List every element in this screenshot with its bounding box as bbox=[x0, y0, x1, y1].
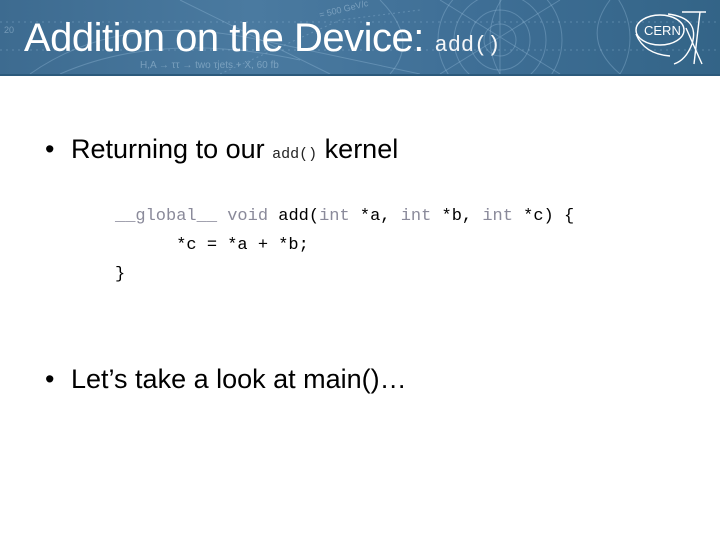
bullet-text: Let’s take a look at main()… bbox=[71, 364, 407, 394]
code-line-1: __global__ void add(int *a, int *b, int … bbox=[115, 202, 574, 231]
code-line-2: *c = *a + *b; bbox=[115, 236, 309, 255]
code-param-a: *a, bbox=[359, 207, 391, 226]
bullet-dot: • bbox=[45, 364, 55, 394]
code-param-b: *b, bbox=[441, 207, 473, 226]
code-keyword-void: void bbox=[227, 207, 269, 226]
bullet-text-post: kernel bbox=[324, 134, 399, 164]
bullet-returning-to-kernel: • Returning to our add() kernel bbox=[45, 134, 398, 165]
slide-header: 20 = 500 GeV/c H,A → ττ → two τjets + X,… bbox=[0, 0, 720, 76]
code-type-int: int bbox=[482, 207, 513, 226]
bullet-text-pre: Returning to our bbox=[71, 134, 265, 164]
code-type-int: int bbox=[400, 207, 432, 226]
header-label-20: 20 bbox=[4, 25, 14, 35]
bullet-dot: • bbox=[45, 134, 55, 164]
slide-title-code: add() bbox=[434, 33, 501, 58]
code-block: __global__ void add(int *a, int *b, int … bbox=[115, 202, 574, 289]
cern-logo-text: CERN bbox=[644, 23, 681, 38]
code-type-int: int bbox=[319, 207, 350, 226]
slide-title: Addition on the Device: add() bbox=[24, 14, 501, 70]
bullet-look-at-main: • Let’s take a look at main()… bbox=[45, 364, 407, 395]
bullet-inline-code: add() bbox=[272, 146, 318, 163]
code-line-3: } bbox=[115, 265, 126, 284]
slide: 20 = 500 GeV/c H,A → ττ → two τjets + X,… bbox=[0, 0, 720, 540]
slide-title-text: Addition on the Device: bbox=[24, 16, 424, 60]
cern-logo-icon: CERN bbox=[635, 11, 706, 65]
code-open-brace: { bbox=[563, 207, 575, 226]
code-param-c: *c) bbox=[523, 207, 554, 226]
code-keyword-global: __global__ bbox=[115, 207, 218, 226]
code-function-name: add( bbox=[278, 207, 320, 226]
